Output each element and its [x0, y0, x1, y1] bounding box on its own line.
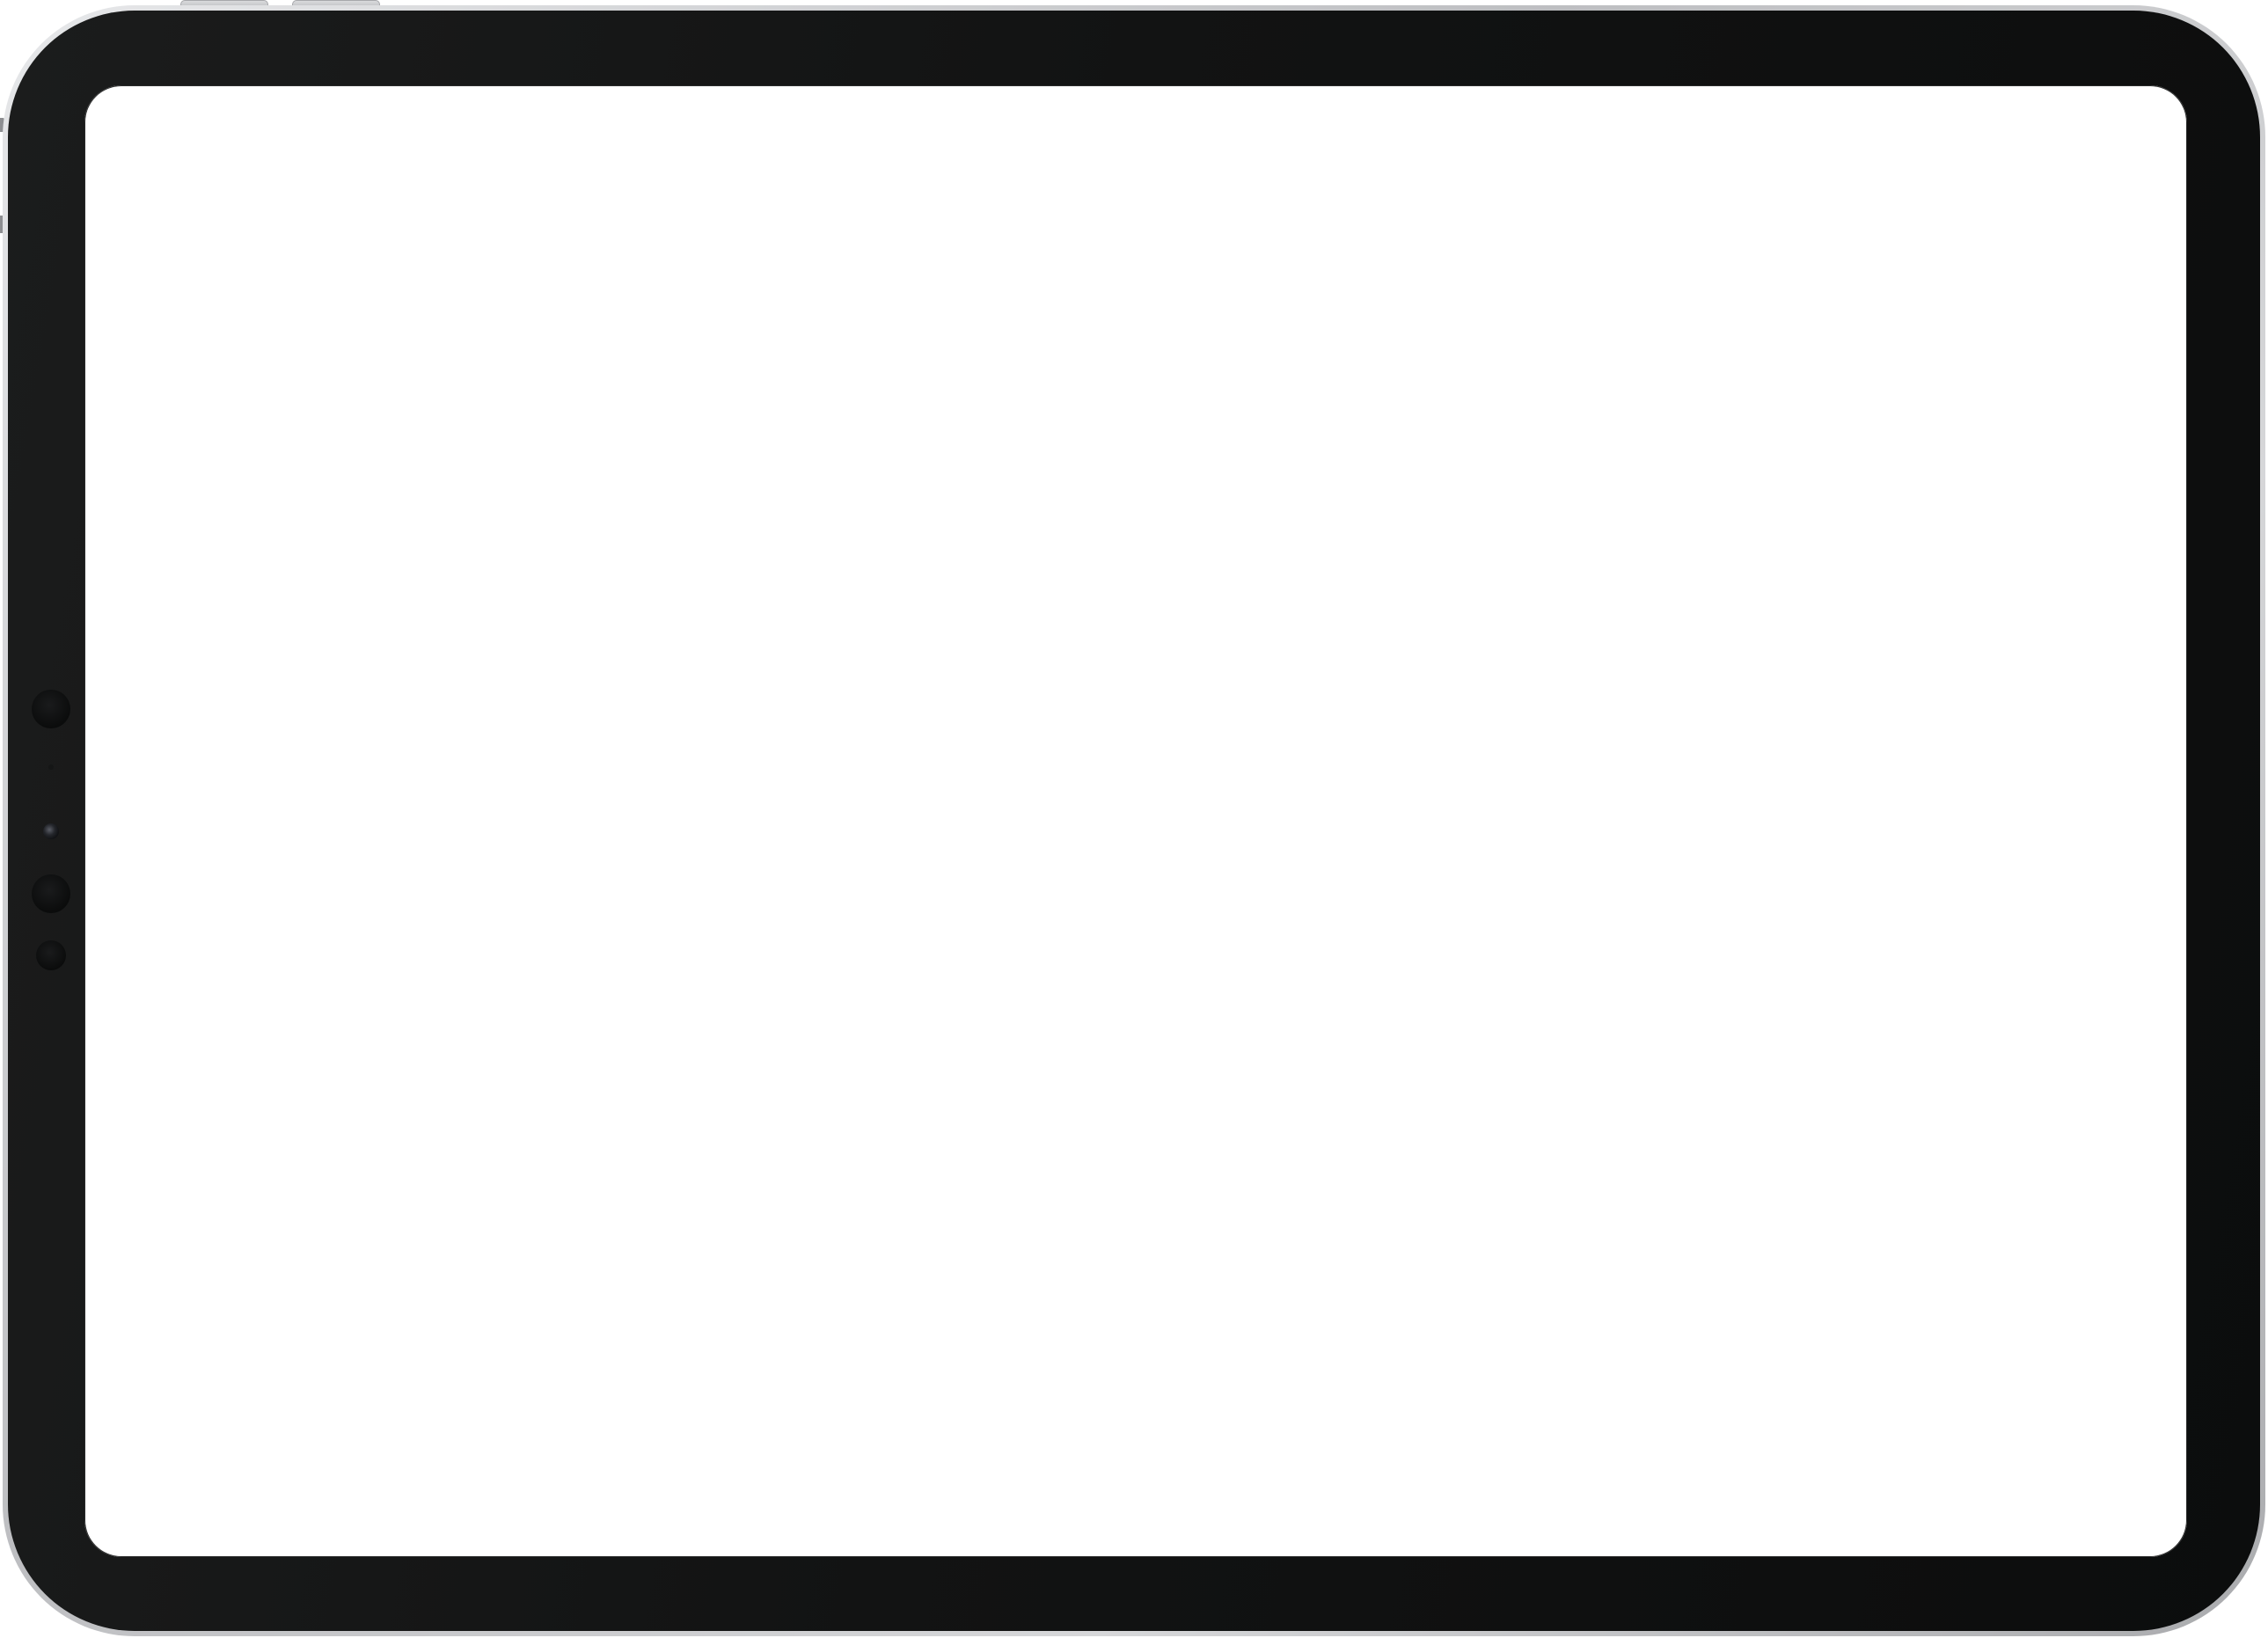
face-id-sensor-bottom [32, 874, 70, 913]
device-screen[interactable] [84, 85, 2187, 1557]
device-mockup [0, 0, 2268, 1638]
proximity-sensor [48, 764, 54, 770]
ambient-light-sensor [36, 940, 66, 970]
face-id-sensor-top [32, 690, 70, 728]
front-camera-icon [43, 823, 59, 839]
